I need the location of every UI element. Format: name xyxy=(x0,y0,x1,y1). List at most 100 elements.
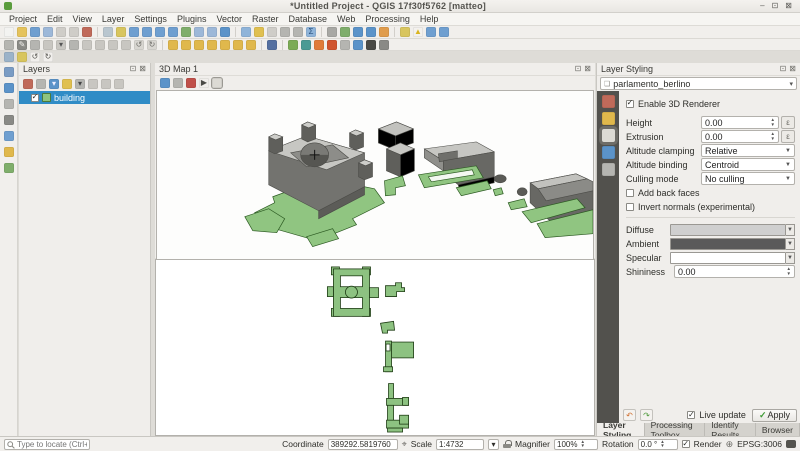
project-save-icon[interactable] xyxy=(30,27,40,37)
style-manager-icon[interactable] xyxy=(82,27,92,37)
select-features-icon[interactable] xyxy=(254,27,264,37)
menu-vector[interactable]: Vector xyxy=(211,14,247,24)
coordinate-input[interactable] xyxy=(328,439,398,450)
map-canvas-2d[interactable] xyxy=(155,259,595,436)
vertex-editor-icon[interactable] xyxy=(17,52,27,62)
apply-button[interactable]: ✓Apply xyxy=(752,409,797,422)
metasearch-catalog-icon[interactable] xyxy=(439,27,449,37)
statistical-summary-icon[interactable]: Σ xyxy=(306,27,316,37)
add-feature-icon[interactable] xyxy=(43,40,53,50)
pan-to-selection-icon[interactable] xyxy=(116,27,126,37)
specular-color-button[interactable] xyxy=(670,252,786,264)
map3d-viewport[interactable] xyxy=(156,90,594,260)
crs-status[interactable]: EPSG:3006 xyxy=(737,439,782,449)
zoom-in-icon[interactable] xyxy=(129,27,139,37)
zoom-out-icon[interactable] xyxy=(142,27,152,37)
add-group-icon[interactable] xyxy=(36,79,46,89)
label-change-icon[interactable] xyxy=(233,40,243,50)
save-as-image-3d-icon[interactable] xyxy=(173,78,183,88)
diagram-options-icon[interactable] xyxy=(246,40,256,50)
new-print-layout-icon[interactable] xyxy=(56,27,66,37)
toggle-editing-icon[interactable]: ✎ xyxy=(17,40,27,50)
float-panel-icon[interactable]: ⊡ xyxy=(130,65,137,73)
scale-dropdown[interactable]: ▾ xyxy=(488,439,499,450)
enable-3d-renderer-checkbox[interactable] xyxy=(626,100,634,108)
diffuse-color-button[interactable] xyxy=(670,224,786,236)
menu-settings[interactable]: Settings xyxy=(129,14,172,24)
new-geopackage-layer-icon[interactable] xyxy=(4,99,14,109)
expand-all-icon[interactable] xyxy=(88,79,98,89)
view-3d-tab-icon[interactable] xyxy=(602,129,615,142)
add-back-faces-checkbox[interactable] xyxy=(626,189,634,197)
history-tab-icon[interactable] xyxy=(602,163,615,176)
add-raster-layer-icon[interactable] xyxy=(4,147,14,157)
height-data-defined-override-button[interactable]: ε xyxy=(781,116,795,129)
label-rotate-icon[interactable] xyxy=(220,40,230,50)
labels-tab-icon[interactable] xyxy=(602,112,615,125)
new-shapefile-layer-icon[interactable] xyxy=(4,115,14,125)
layer-item-building[interactable]: building xyxy=(19,91,150,104)
redo-icon[interactable]: ↻ xyxy=(147,40,157,50)
animations-3d-icon[interactable]: ▶ xyxy=(199,78,209,88)
menu-database[interactable]: Database xyxy=(284,14,333,24)
layer-visibility-checkbox[interactable] xyxy=(31,94,39,102)
close-panel-icon[interactable]: ⊠ xyxy=(584,65,591,73)
shininess-spinbox[interactable]: 0.00▲▼ xyxy=(674,265,795,278)
live-update-checkbox[interactable] xyxy=(687,411,695,419)
paste-features-icon[interactable] xyxy=(121,40,131,50)
layout-manager-icon[interactable] xyxy=(69,27,79,37)
messages-icon[interactable] xyxy=(786,440,796,448)
lock-scale-icon[interactable] xyxy=(503,440,511,448)
zoom-next-icon[interactable] xyxy=(207,27,217,37)
minimize-icon[interactable]: – xyxy=(760,2,764,10)
save-layer-edits-icon[interactable] xyxy=(30,40,40,50)
browser-globe-icon[interactable] xyxy=(4,83,14,93)
scale-combo[interactable]: 1:4732 xyxy=(436,439,484,450)
profile-tool-icon[interactable] xyxy=(379,40,389,50)
map-tips-icon[interactable] xyxy=(340,27,350,37)
menu-processing[interactable]: Processing xyxy=(360,14,415,24)
remove-layer-icon[interactable] xyxy=(114,79,124,89)
height-spinbox[interactable]: 0.00▲▼ xyxy=(701,116,779,129)
float-panel-icon[interactable]: ⊡ xyxy=(575,65,582,73)
open-layer-styling-dock-icon[interactable] xyxy=(23,79,33,89)
grass-tools-icon[interactable] xyxy=(288,40,298,50)
close-panel-icon[interactable]: ⊠ xyxy=(139,65,146,73)
zoom-to-selection-icon[interactable] xyxy=(168,27,178,37)
saga-tools-icon[interactable] xyxy=(327,40,337,50)
help-whatis-icon[interactable] xyxy=(353,40,363,50)
diffuse-color-dropdown[interactable]: ▼ xyxy=(786,224,795,236)
python-plugin-icon[interactable] xyxy=(340,40,350,50)
new-spatialite-layer-icon[interactable] xyxy=(4,131,14,141)
show-bookmarks-icon[interactable] xyxy=(366,27,376,37)
menu-web[interactable]: Web xyxy=(332,14,360,24)
tab-processing-toolbox[interactable]: Processing Toolbox xyxy=(645,423,706,436)
extents-toggle-icon[interactable]: ⌖ xyxy=(402,440,407,449)
render-checkbox[interactable] xyxy=(682,440,690,448)
menu-plugins[interactable]: Plugins xyxy=(172,14,212,24)
menu-help[interactable]: Help xyxy=(415,14,444,24)
extrusion-data-defined-override-button[interactable]: ε xyxy=(781,130,795,143)
tab-layer-styling[interactable]: Layer Styling xyxy=(597,423,645,436)
pan-map-icon[interactable] xyxy=(103,27,113,37)
project-save-as-icon[interactable] xyxy=(43,27,53,37)
undo-style-button[interactable]: ↶ xyxy=(623,409,636,421)
deselect-features-icon[interactable] xyxy=(267,27,277,37)
refresh-map-icon[interactable] xyxy=(220,27,230,37)
tab-browser[interactable]: Browser xyxy=(756,423,800,436)
zoom-full-icon[interactable] xyxy=(155,27,165,37)
ambient-color-button[interactable] xyxy=(670,238,786,250)
datasource-manager-icon[interactable] xyxy=(4,67,14,77)
undo-icon[interactable]: ↺ xyxy=(134,40,144,50)
zoom-to-layer-icon[interactable] xyxy=(181,27,191,37)
bug-report-icon[interactable] xyxy=(366,40,376,50)
specular-color-dropdown[interactable]: ▼ xyxy=(786,252,795,264)
magnifier-spinbox[interactable]: 100%▲▼ xyxy=(554,439,598,450)
zoom-last-icon[interactable] xyxy=(194,27,204,37)
field-calculator-icon[interactable] xyxy=(293,27,303,37)
circle-arrow-right-icon[interactable]: ↻ xyxy=(43,52,53,62)
rotation-spinbox[interactable]: 0.0 °▲▼ xyxy=(638,439,678,450)
messages-warning-icon[interactable]: ▲ xyxy=(413,27,423,37)
project-new-icon[interactable] xyxy=(4,27,14,37)
symbology-tab-icon[interactable] xyxy=(602,95,615,108)
